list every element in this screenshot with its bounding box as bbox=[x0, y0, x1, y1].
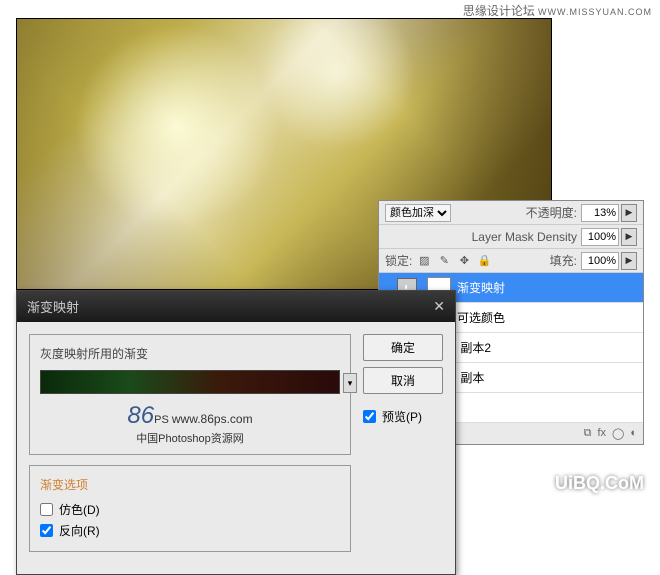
mask-arrow[interactable]: ▶ bbox=[621, 228, 637, 246]
dialog-title-text: 渐变映射 bbox=[27, 297, 79, 316]
cancel-button[interactable]: 取消 bbox=[363, 367, 443, 394]
options-fieldset: 渐变选项 仿色(D) 反向(R) bbox=[29, 465, 351, 552]
reverse-checkbox-row[interactable]: 反向(R) bbox=[40, 522, 340, 539]
layer-name: 可选颜色 bbox=[457, 309, 505, 326]
mask-density-input[interactable] bbox=[581, 228, 619, 246]
dither-checkbox[interactable] bbox=[40, 503, 53, 516]
fill-label: 填充: bbox=[550, 252, 577, 269]
link-layers-icon[interactable]: ⧉ bbox=[584, 427, 592, 440]
gradient-dropdown-icon[interactable]: ▾ bbox=[343, 373, 357, 393]
dither-label: 仿色(D) bbox=[59, 501, 100, 518]
fx-icon[interactable]: fx bbox=[597, 427, 606, 440]
gradient-section-label: 灰度映射所用的渐变 bbox=[40, 345, 340, 362]
adjustment-new-icon[interactable]: ◐ bbox=[630, 427, 637, 440]
mask-icon[interactable]: ◯ bbox=[612, 427, 624, 440]
ok-button[interactable]: 确定 bbox=[363, 334, 443, 361]
gradient-map-dialog: 渐变映射 ✕ 灰度映射所用的渐变 ▾ 86PS www.86ps.com 中国P… bbox=[16, 290, 456, 575]
close-icon[interactable]: ✕ bbox=[433, 298, 445, 315]
watermark-bottom: UiBQ.CoM bbox=[555, 473, 644, 494]
lock-move-icon[interactable]: ✥ bbox=[456, 254, 472, 267]
opacity-input[interactable] bbox=[581, 204, 619, 222]
opacity-arrow[interactable]: ▶ bbox=[621, 204, 637, 222]
fill-arrow[interactable]: ▶ bbox=[621, 252, 637, 270]
mask-density-label: Layer Mask Density bbox=[472, 230, 577, 244]
fill-input[interactable] bbox=[581, 252, 619, 270]
preview-checkbox-row[interactable]: 预览(P) bbox=[363, 408, 443, 425]
preview-label: 预览(P) bbox=[382, 408, 422, 425]
dither-checkbox-row[interactable]: 仿色(D) bbox=[40, 501, 340, 518]
preview-checkbox[interactable] bbox=[363, 410, 376, 423]
gradient-picker[interactable]: ▾ bbox=[40, 370, 340, 394]
opacity-label: 不透明度: bbox=[526, 204, 577, 221]
layer-name: 渐变映射 bbox=[457, 279, 505, 296]
blend-mode-select[interactable]: 颜色加深 bbox=[385, 204, 451, 222]
watermark-86ps: 86PS www.86ps.com 中国Photoshop资源网 bbox=[40, 402, 340, 446]
reverse-label: 反向(R) bbox=[59, 522, 100, 539]
options-section-label: 渐变选项 bbox=[40, 476, 340, 493]
lock-pixels-icon[interactable]: ▨ bbox=[416, 254, 432, 267]
lock-label: 锁定: bbox=[385, 252, 412, 269]
lock-all-icon[interactable]: 🔒 bbox=[476, 254, 492, 267]
lock-brush-icon[interactable]: ✎ bbox=[436, 254, 452, 267]
gradient-fieldset: 灰度映射所用的渐变 ▾ 86PS www.86ps.com 中国Photosho… bbox=[29, 334, 351, 455]
reverse-checkbox[interactable] bbox=[40, 524, 53, 537]
dialog-titlebar[interactable]: 渐变映射 ✕ bbox=[17, 291, 455, 322]
watermark-top: 思缘设计论坛 WWW.MISSYUAN.COM bbox=[463, 2, 652, 19]
